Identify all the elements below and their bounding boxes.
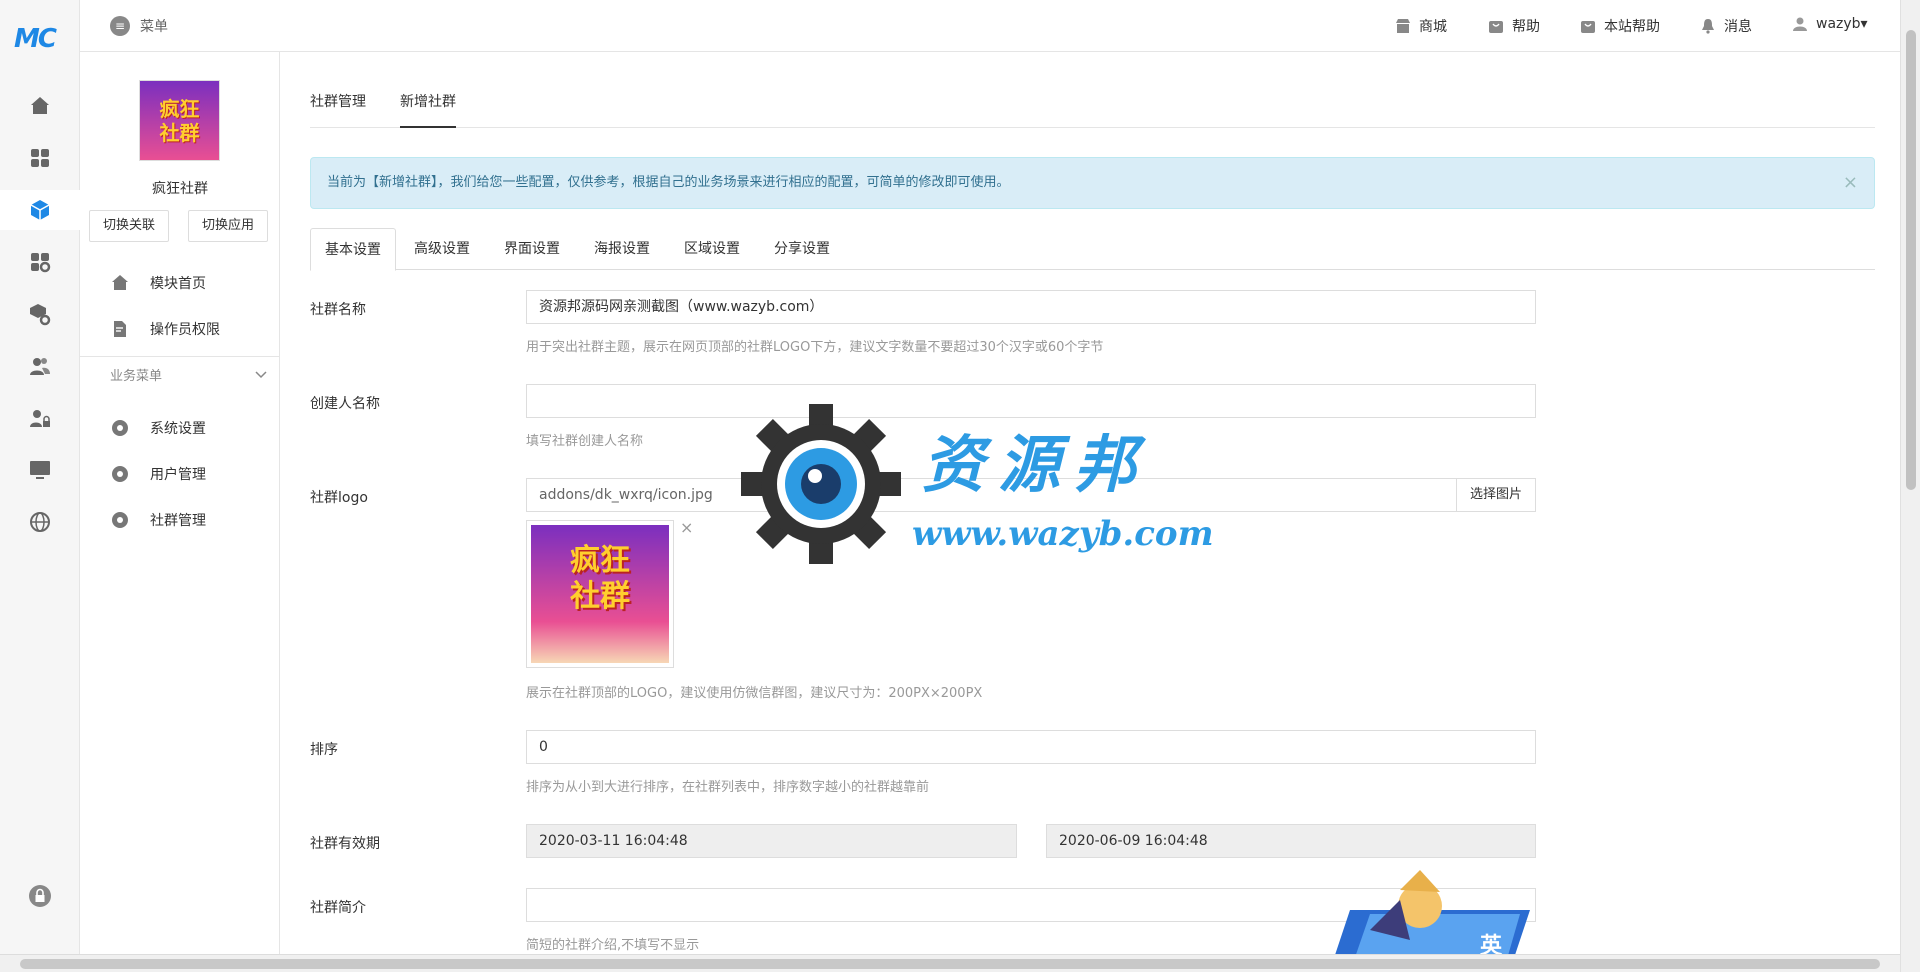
sidebar-item-label: 操作员权限 xyxy=(150,322,220,338)
monitor-icon[interactable] xyxy=(20,450,60,490)
top-bar: ≡ 菜单 商城 帮助 本站帮助 消息 wazyb▾ xyxy=(80,0,1900,52)
help-label: 帮助 xyxy=(1512,19,1540,35)
app-window: MC ≡ 菜单 商城 帮助 本站帮助 消息 wazyb▾ 疯狂 社群 疯狂社群 … xyxy=(0,0,1920,972)
horizontal-scrollbar[interactable] xyxy=(0,954,1900,972)
user-icon xyxy=(1793,17,1807,31)
bell-icon xyxy=(1702,19,1714,34)
validity-label: 社群有效期 xyxy=(310,836,380,852)
brand-logo[interactable]: MC xyxy=(14,24,57,54)
tab-interface-settings[interactable]: 界面设置 xyxy=(490,228,574,270)
help-link[interactable]: 帮助 xyxy=(1488,16,1540,36)
bag-icon xyxy=(1581,21,1595,33)
sort-help: 排序为从小到大进行排序，在社群列表中，排序数字越小的社群越靠前 xyxy=(526,780,930,795)
validity-start-input[interactable]: 2020-03-11 16:04:48 xyxy=(526,824,1017,858)
logo-preview-line2: 社群 xyxy=(570,579,630,614)
sidebar-item-label: 用户管理 xyxy=(150,467,206,483)
logo-preview-image: 疯狂 社群 xyxy=(531,525,669,663)
cube-icon[interactable] xyxy=(0,190,80,230)
sidebar-item-label: 社群管理 xyxy=(150,513,206,529)
sidebar-item-label: 模块首页 xyxy=(150,276,206,292)
logo-preview-line1: 疯狂 xyxy=(570,543,630,578)
vertical-scroll-thumb[interactable] xyxy=(1906,30,1916,490)
gear-icon xyxy=(112,420,128,436)
site-help-link[interactable]: 本站帮助 xyxy=(1580,16,1660,36)
store-icon xyxy=(1396,19,1410,33)
chevron-down-icon xyxy=(255,370,267,378)
shop-label: 商城 xyxy=(1419,19,1447,35)
gear-icon xyxy=(112,466,128,482)
home-icon[interactable] xyxy=(20,86,60,126)
business-menu-header[interactable]: 业务菜单 xyxy=(80,356,280,392)
sidebar-item-label: 系统设置 xyxy=(150,421,206,437)
sidebar-item-operator-permissions[interactable]: 操作员权限 xyxy=(110,314,270,344)
app-name: 疯狂社群 xyxy=(152,181,208,197)
sidebar-item-community-management[interactable]: 社群管理 xyxy=(110,505,270,535)
menu-toggle[interactable]: ≡ 菜单 xyxy=(110,16,168,36)
menu-label: 菜单 xyxy=(140,19,168,35)
intro-input[interactable] xyxy=(526,888,1536,922)
tab-share-settings[interactable]: 分享设置 xyxy=(760,228,844,270)
sidebar-item-module-home[interactable]: 模块首页 xyxy=(110,268,270,298)
creator-name-input[interactable] xyxy=(526,384,1536,418)
username: wazyb▾ xyxy=(1816,16,1868,32)
user-menu[interactable]: wazyb▾ xyxy=(1792,16,1868,32)
horizontal-scroll-thumb[interactable] xyxy=(20,959,1880,969)
intro-label: 社群简介 xyxy=(310,900,366,916)
form-tabs: 基本设置 高级设置 界面设置 海报设置 区域设置 分享设置 xyxy=(310,228,1875,271)
creator-name-label: 创建人名称 xyxy=(310,396,380,412)
shop-link[interactable]: 商城 xyxy=(1395,16,1447,36)
site-help-label: 本站帮助 xyxy=(1604,19,1660,35)
tab-region-settings[interactable]: 区域设置 xyxy=(670,228,754,270)
alert-text: 当前为【新增社群】，我们给您一些配置，仅供参考，根据自己的业务场景来进行相应的配… xyxy=(327,175,1010,190)
tab-community-management[interactable]: 社群管理 xyxy=(310,84,366,128)
community-logo-input[interactable]: addons/dk_wxrq/icon.jpg xyxy=(526,478,1458,512)
user-lock-icon[interactable] xyxy=(20,398,60,438)
sidebar-item-user-management[interactable]: 用户管理 xyxy=(110,459,270,489)
community-logo-help: 展示在社群顶部的LOGO，建议使用仿微信群图，建议尺寸为：200PX×200PX xyxy=(526,686,983,701)
page-tabs: 社群管理 新增社群 xyxy=(310,84,1875,128)
tab-advanced-settings[interactable]: 高级设置 xyxy=(400,228,484,270)
sort-input[interactable]: 0 xyxy=(526,730,1536,764)
choose-image-button[interactable]: 选择图片 xyxy=(1456,478,1536,512)
sidebar-item-system-settings[interactable]: 系统设置 xyxy=(110,413,270,443)
vertical-scrollbar[interactable] xyxy=(1900,0,1920,972)
app-logo-line1: 疯狂 xyxy=(159,96,200,121)
tab-add-community[interactable]: 新增社群 xyxy=(400,84,456,128)
home-icon xyxy=(112,275,128,290)
community-name-label: 社群名称 xyxy=(310,302,366,318)
messages-label: 消息 xyxy=(1724,19,1752,35)
lock-icon[interactable] xyxy=(20,876,60,916)
app-logo: 疯狂 社群 xyxy=(139,80,220,161)
close-icon[interactable]: × xyxy=(1843,158,1858,208)
intro-help: 简短的社群介绍,不填写不显示 xyxy=(526,938,700,952)
globe-icon[interactable] xyxy=(20,502,60,542)
bag-icon xyxy=(1489,21,1503,33)
validity-end-input[interactable]: 2020-06-09 16:04:48 xyxy=(1046,824,1536,858)
logo-preview: 疯狂 社群 xyxy=(526,520,674,668)
community-name-input[interactable]: 资源邦源码网亲测截图（www.wazyb.com） xyxy=(526,290,1536,324)
creator-name-help: 填写社群创建人名称 xyxy=(526,434,644,449)
tab-basic-settings[interactable]: 基本设置 xyxy=(310,228,396,271)
messages-link[interactable]: 消息 xyxy=(1700,16,1752,36)
main-content: 社群管理 新增社群 当前为【新增社群】，我们给您一些配置，仅供参考，根据自己的业… xyxy=(310,52,1875,952)
box-gear-icon[interactable] xyxy=(20,294,60,334)
remove-logo-icon[interactable]: × xyxy=(680,518,693,537)
apps-icon[interactable] xyxy=(20,138,60,178)
grid-gear-icon[interactable] xyxy=(20,242,60,282)
info-alert: 当前为【新增社群】，我们给您一些配置，仅供参考，根据自己的业务场景来进行相应的配… xyxy=(310,157,1875,209)
tab-poster-settings[interactable]: 海报设置 xyxy=(580,228,664,270)
switch-app-button[interactable]: 切换应用 xyxy=(188,210,268,242)
module-sidebar: 疯狂 社群 疯狂社群 切换关联 切换应用 模块首页 操作员权限 业务菜单 系统设… xyxy=(80,52,280,972)
sort-label: 排序 xyxy=(310,742,338,758)
group-title: 业务菜单 xyxy=(110,369,163,384)
switch-link-button[interactable]: 切换关联 xyxy=(89,210,169,242)
list-icon: ≡ xyxy=(110,16,130,36)
community-logo-label: 社群logo xyxy=(310,490,368,506)
icon-rail: MC xyxy=(0,0,80,972)
users-icon[interactable] xyxy=(20,346,60,386)
document-edit-icon xyxy=(114,321,126,337)
community-name-help: 用于突出社群主题，展示在网页顶部的社群LOGO下方，建议文字数量不要超过30个汉… xyxy=(526,340,1104,355)
gear-icon xyxy=(112,512,128,528)
app-logo-line2: 社群 xyxy=(159,120,200,145)
